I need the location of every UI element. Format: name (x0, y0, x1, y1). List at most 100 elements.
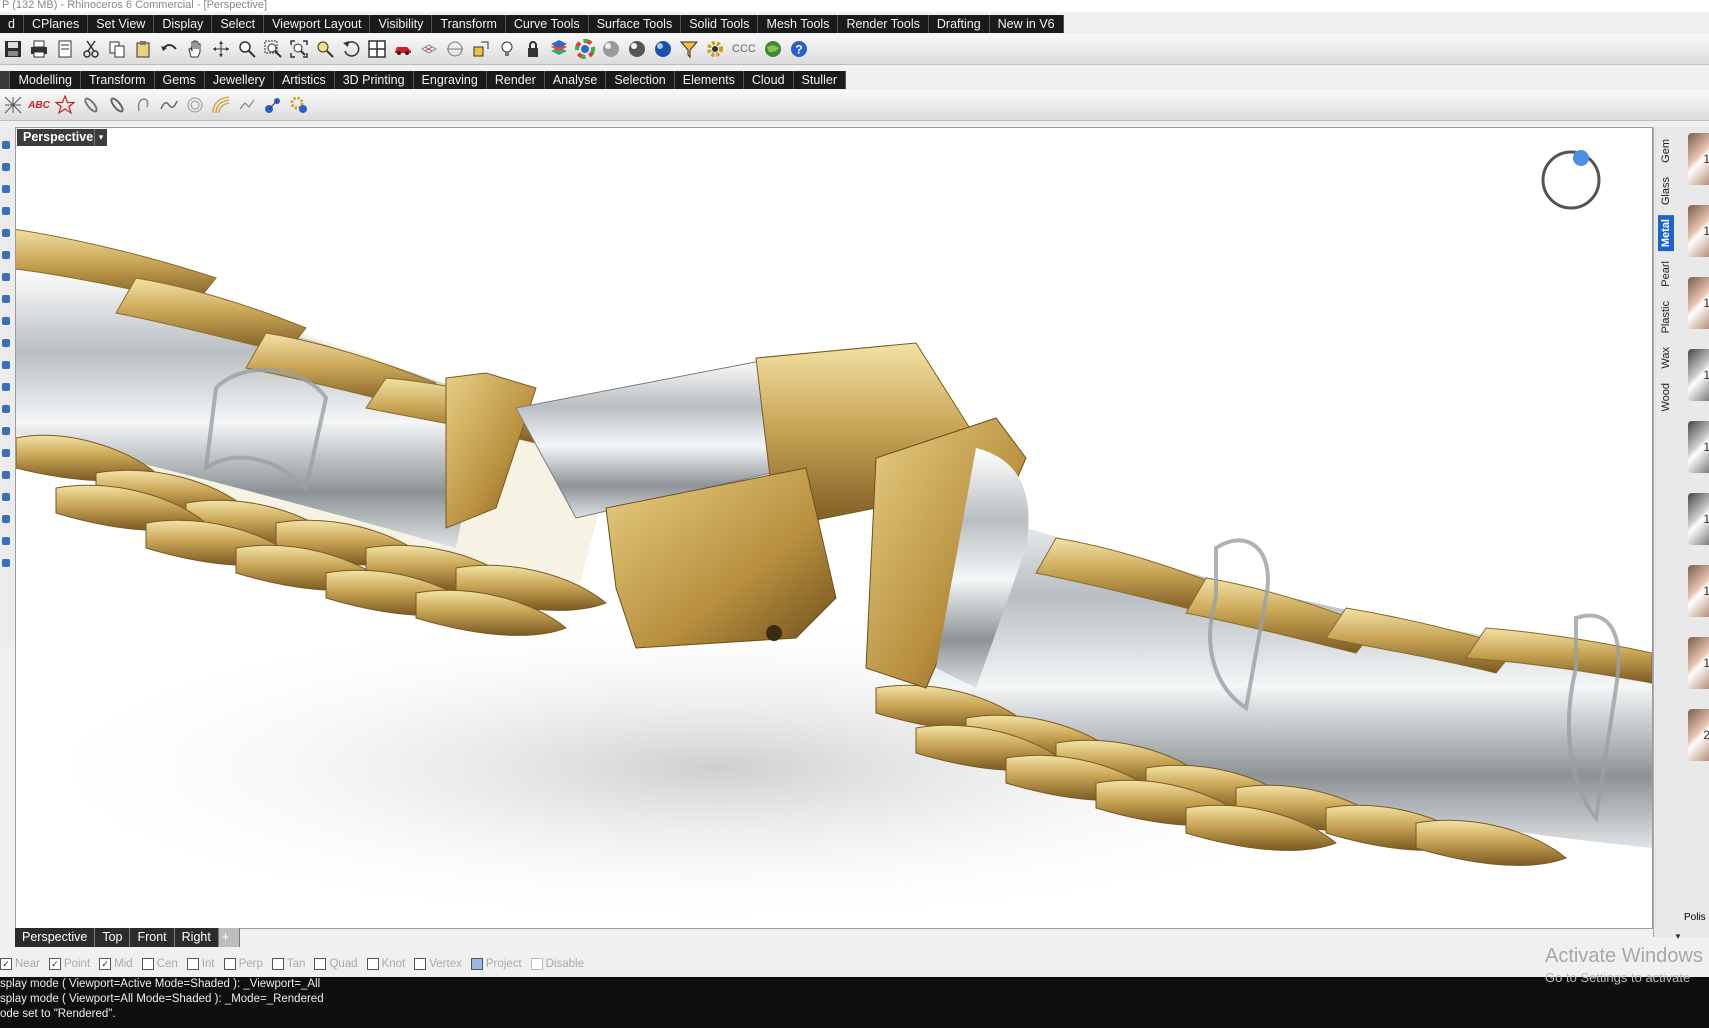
zoom-icon[interactable] (236, 38, 258, 60)
rotate-view-icon[interactable] (210, 38, 232, 60)
material-swatch[interactable]: 1 (1688, 421, 1709, 473)
molecule-gear-icon[interactable] (288, 94, 310, 116)
tab-grip[interactable] (0, 71, 11, 89)
tab-cloud[interactable]: Cloud (743, 71, 794, 89)
tab-engraving[interactable]: Engraving (413, 71, 487, 89)
tab-wood[interactable]: Wood (1658, 379, 1674, 416)
star-icon[interactable] (54, 94, 76, 116)
gear-icon[interactable] (704, 38, 726, 60)
osnap-vertex-checkbox[interactable] (414, 958, 427, 970)
material-swatch[interactable]: 1 (1688, 205, 1709, 257)
tab-display[interactable]: Display (154, 15, 213, 33)
sphere-blue-icon[interactable] (652, 38, 674, 60)
tab-d[interactable]: d (0, 15, 24, 33)
car-icon[interactable] (392, 38, 414, 60)
tab-viewport-layout[interactable]: Viewport Layout (264, 15, 371, 33)
tab-modelling[interactable]: Modelling (10, 71, 81, 89)
save-icon[interactable] (2, 38, 24, 60)
osnap-near-checkbox[interactable]: ✓ (0, 958, 12, 970)
filter-icon[interactable] (678, 38, 700, 60)
tab-stuller[interactable]: Stuller (793, 71, 846, 89)
viewport-tab-front[interactable]: Front (130, 928, 175, 947)
ring-navigator-icon[interactable] (1541, 150, 1601, 210)
cut-icon[interactable] (80, 38, 102, 60)
chain-link-icon[interactable] (80, 94, 102, 116)
tab-analyse[interactable]: Analyse (544, 71, 607, 89)
osnap-project-checkbox[interactable] (470, 958, 483, 970)
tool-icon[interactable] (2, 471, 10, 479)
tool-icon[interactable] (2, 383, 10, 391)
tab-metal[interactable]: Metal (1658, 214, 1674, 252)
tab-mesh-tools[interactable]: Mesh Tools (758, 15, 839, 33)
wave-curve-icon[interactable] (158, 94, 180, 116)
material-swatch[interactable]: 1 (1688, 277, 1709, 329)
print-icon[interactable] (28, 38, 50, 60)
viewport-menu-dropdown[interactable]: ▾ (94, 129, 107, 146)
light-bulb-icon[interactable] (496, 38, 518, 60)
tab-solid-tools[interactable]: Solid Tools (681, 15, 759, 33)
tab-pearl[interactable]: Pearl (1658, 257, 1674, 291)
paste-icon[interactable] (132, 38, 154, 60)
text-abc-icon[interactable]: ABC (28, 94, 50, 116)
tab-3d-printing[interactable]: 3D Printing (334, 71, 414, 89)
material-swatch[interactable]: 1 (1688, 133, 1709, 185)
tab-new-in-v6[interactable]: New in V6 (989, 15, 1064, 33)
target-icon[interactable] (444, 38, 466, 60)
tab-select[interactable]: Select (212, 15, 265, 33)
color-wheel-icon[interactable] (574, 38, 596, 60)
tab-cplanes[interactable]: CPlanes (23, 15, 89, 33)
tab-transform-2[interactable]: Transform (81, 71, 155, 89)
viewport-tab-perspective[interactable]: Perspective (15, 928, 96, 947)
tool-icon[interactable] (2, 515, 10, 523)
tab-visibility[interactable]: Visibility (370, 15, 433, 33)
tool-icon[interactable] (2, 317, 10, 325)
tool-icon[interactable] (2, 207, 10, 215)
zoom-extents-icon[interactable] (288, 38, 310, 60)
osnap-knot-checkbox[interactable] (366, 958, 379, 970)
tab-jewellery[interactable]: Jewellery (204, 71, 274, 89)
pan-hand-icon[interactable] (184, 38, 206, 60)
command-history[interactable]: splay mode ( Viewport=Active Mode=Shaded… (0, 977, 1709, 1028)
tool-icon[interactable] (2, 449, 10, 457)
tab-plastic[interactable]: Plastic (1658, 297, 1674, 337)
bail-icon[interactable] (132, 94, 154, 116)
tool-icon[interactable] (2, 339, 10, 347)
osnap-int-checkbox[interactable] (186, 958, 199, 970)
tool-icon[interactable] (2, 427, 10, 435)
tab-gem[interactable]: Gem (1658, 135, 1674, 167)
rendered-bracelet-model[interactable] (16, 128, 1652, 928)
copy-icon[interactable] (106, 38, 128, 60)
tab-curve-tools[interactable]: Curve Tools (505, 15, 589, 33)
globe-icon[interactable] (762, 38, 784, 60)
sphere-shaded-icon[interactable] (600, 38, 622, 60)
tab-wax[interactable]: Wax (1658, 343, 1674, 373)
osnap-mid-checkbox[interactable]: ✓ (99, 958, 112, 970)
coil-icon[interactable] (184, 94, 206, 116)
material-swatch[interactable]: 1 (1688, 565, 1709, 617)
molecule-icon[interactable] (262, 94, 284, 116)
four-viewports-icon[interactable] (366, 38, 388, 60)
tool-icon[interactable] (2, 229, 10, 237)
ccc-label[interactable]: CCC (732, 43, 756, 55)
sphere-rendered-icon[interactable] (626, 38, 648, 60)
tab-elements[interactable]: Elements (674, 71, 744, 89)
tool-icon[interactable] (2, 273, 10, 281)
tool-icon[interactable] (2, 251, 10, 259)
undo-icon[interactable] (158, 38, 180, 60)
undo-view-icon[interactable] (340, 38, 362, 60)
material-swatch[interactable]: 1 (1688, 349, 1709, 401)
tool-icon[interactable] (2, 537, 10, 545)
tool-icon[interactable] (2, 141, 10, 149)
tool-icon[interactable] (2, 361, 10, 369)
zoom-window-icon[interactable] (262, 38, 284, 60)
rope-icon[interactable] (210, 94, 232, 116)
grid-icon[interactable] (418, 38, 440, 60)
viewport-tab-right[interactable]: Right (174, 928, 219, 947)
osnap-perp-checkbox[interactable] (223, 958, 236, 970)
tool-icon[interactable] (2, 559, 10, 567)
zoom-selected-icon[interactable] (314, 38, 336, 60)
tool-icon[interactable] (2, 185, 10, 193)
tool-icon[interactable] (2, 295, 10, 303)
tab-transform[interactable]: Transform (432, 15, 506, 33)
perspective-viewport[interactable]: Perspective ▾ (15, 127, 1653, 929)
